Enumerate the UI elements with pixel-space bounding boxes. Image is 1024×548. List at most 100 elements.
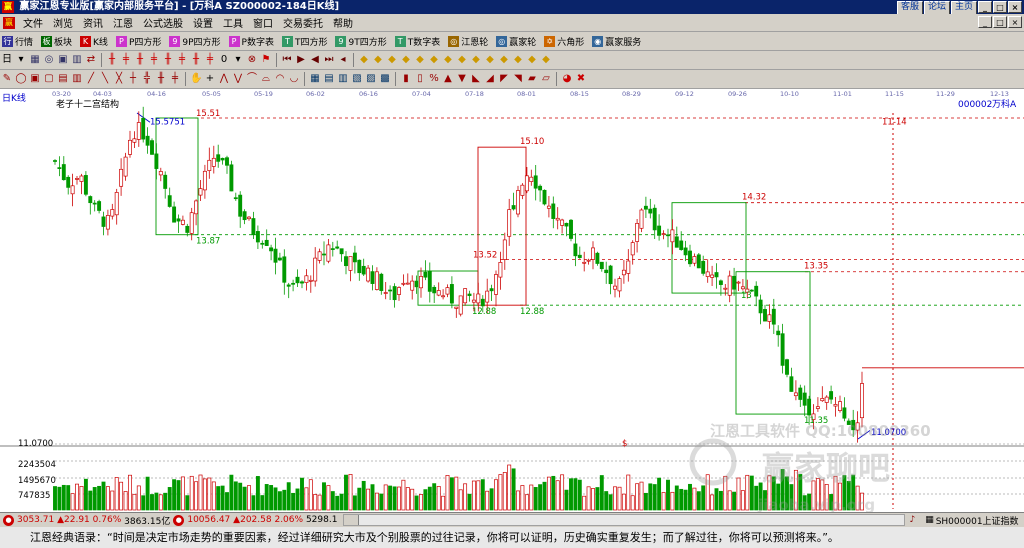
indicator-icon[interactable]: ▲	[442, 73, 454, 85]
kline-chart[interactable]: 日K线 老子十二宫结构 000002 万科A 03-20 04-03 04-16 05…	[0, 89, 1024, 512]
minimize-button[interactable]: _	[978, 1, 992, 13]
line-tool-icon[interactable]: ╱	[85, 73, 97, 85]
tool-t-square-button[interactable]: T T四方形	[280, 35, 330, 48]
indicator-icon[interactable]: ◥	[512, 73, 524, 85]
back-icon[interactable]: ◀	[309, 54, 321, 66]
arc-icon[interactable]: ◡	[288, 73, 300, 85]
candle-icon[interactable]: ╫	[190, 54, 202, 66]
line-tool-icon[interactable]: ╫	[155, 73, 167, 85]
table-icon[interactable]: ▩	[379, 73, 391, 85]
tool-winner-service-button[interactable]: ◉ 赢家服务	[590, 35, 643, 48]
diamond-tool-icon[interactable]: ◆	[372, 54, 384, 66]
left-icon[interactable]: ◂	[337, 54, 349, 66]
diamond-tool-icon[interactable]: ◆	[428, 54, 440, 66]
menu-window[interactable]: 窗口	[248, 15, 278, 30]
line-tool-icon[interactable]: ╲	[99, 73, 111, 85]
diamond-tool-icon[interactable]: ◆	[358, 54, 370, 66]
indicator-icon[interactable]: ▼	[456, 73, 468, 85]
day-period-icon[interactable]: 日	[1, 54, 13, 66]
menu-help[interactable]: 帮助	[328, 15, 358, 30]
table-icon[interactable]: ▧	[351, 73, 363, 85]
grid-icon[interactable]: ▦	[29, 54, 41, 66]
table-icon[interactable]: ▨	[365, 73, 377, 85]
box-tool-icon[interactable]: ▤	[57, 73, 69, 85]
arrows-icon[interactable]: ⇄	[85, 54, 97, 66]
tool-quotes-button[interactable]: 行行情	[0, 35, 35, 48]
indicator-icon[interactable]: ◢	[484, 73, 496, 85]
table-icon[interactable]: ▥	[337, 73, 349, 85]
diamond-tool-icon[interactable]: ◆	[470, 54, 482, 66]
menu-browse[interactable]: 浏览	[48, 15, 78, 30]
forum-link[interactable]: 论坛	[923, 1, 950, 15]
box-tool-icon[interactable]: ▣	[29, 73, 41, 85]
diamond-tool-icon[interactable]: ◆	[512, 54, 524, 66]
table-icon[interactable]: ▦	[309, 73, 321, 85]
delete-icon[interactable]: ✖	[575, 73, 587, 85]
candle-icon[interactable]: ╪	[204, 54, 216, 66]
menu-tools[interactable]: 工具	[218, 15, 248, 30]
line-tool-icon[interactable]: ╪	[169, 73, 181, 85]
tool-hexagon-button[interactable]: ✡ 六角形	[542, 35, 586, 48]
diamond-tool-icon[interactable]: ◆	[498, 54, 510, 66]
tool-gann-wheel-button[interactable]: ◎ 江恩轮	[446, 35, 490, 48]
box-tool-icon[interactable]: ▥	[71, 73, 83, 85]
diamond-tool-icon[interactable]: ◆	[526, 54, 538, 66]
scrollbar-thumb[interactable]	[344, 515, 360, 525]
tool-t-table-button[interactable]: T T数字表	[393, 35, 443, 48]
candle-icon[interactable]: ╫	[106, 54, 118, 66]
maximize-button[interactable]: □	[993, 1, 1007, 13]
color-icon[interactable]: ◕	[561, 73, 573, 85]
menu-trade-order[interactable]: 交易委托	[278, 15, 328, 30]
arc-icon[interactable]: ⌓	[260, 73, 272, 85]
hand-icon[interactable]: ✋	[190, 73, 202, 85]
index-icon[interactable]: ●	[173, 514, 185, 526]
tool-winner-wheel-button[interactable]: ◎ 赢家轮	[494, 35, 538, 48]
circle-icon[interactable]: ◎	[43, 54, 55, 66]
bars-icon[interactable]: ▥	[71, 54, 83, 66]
diamond-tool-icon[interactable]: ◆	[540, 54, 552, 66]
candle-icon[interactable]: ╫	[134, 54, 146, 66]
menu-formula-screener[interactable]: 公式选股	[138, 15, 188, 30]
grid-status-icon[interactable]: ▦	[925, 515, 934, 525]
index-icon[interactable]: ●	[3, 514, 14, 526]
index-selector[interactable]: SH000001上证指数	[936, 514, 1019, 527]
child-minimize-button[interactable]: _	[978, 16, 992, 28]
child-close-button[interactable]: ×	[1008, 16, 1022, 28]
close-button[interactable]: ×	[1008, 1, 1022, 13]
indicator-icon[interactable]: ▯	[414, 73, 426, 85]
dropdown-arrow-icon[interactable]: ▾	[15, 54, 27, 66]
table-icon[interactable]: ▤	[323, 73, 335, 85]
indicator-icon[interactable]: ◤	[498, 73, 510, 85]
menu-gann[interactable]: 江恩	[108, 15, 138, 30]
menu-file[interactable]: 文件	[18, 15, 48, 30]
chart-settings-icon[interactable]: ⊗	[246, 54, 258, 66]
crosshair-icon[interactable]: +	[204, 73, 216, 85]
diamond-tool-icon[interactable]: ◆	[456, 54, 468, 66]
homepage-link[interactable]: 主页	[950, 1, 977, 15]
candle-icon[interactable]: ╪	[148, 54, 160, 66]
indicator-icon[interactable]: ▰	[526, 73, 538, 85]
flag-icon[interactable]: ⚑	[260, 54, 272, 66]
indicator-icon[interactable]: ◣	[470, 73, 482, 85]
zero-icon[interactable]: 0	[218, 54, 230, 66]
tool-kline-button[interactable]: K K线	[78, 35, 110, 48]
play-icon[interactable]: ▶	[295, 54, 307, 66]
fan-icon[interactable]: ⋁	[232, 73, 244, 85]
menu-settings[interactable]: 设置	[188, 15, 218, 30]
candle-icon[interactable]: ╫	[162, 54, 174, 66]
tool-p-table-button[interactable]: P P数字表	[227, 35, 276, 48]
last-icon[interactable]: ⏭	[323, 54, 335, 66]
arc-icon[interactable]: ◠	[274, 73, 286, 85]
menu-news[interactable]: 资讯	[78, 15, 108, 30]
line-tool-icon[interactable]: ╬	[141, 73, 153, 85]
indicator-icon[interactable]: ▮	[400, 73, 412, 85]
bell-icon[interactable]: ♪	[909, 515, 915, 525]
diamond-tool-icon[interactable]: ◆	[442, 54, 454, 66]
fan-icon[interactable]: ⋀	[218, 73, 230, 85]
tool-p-square-button[interactable]: P P四方形	[114, 35, 163, 48]
arc-icon[interactable]: ⌒	[246, 73, 258, 85]
line-tool-icon[interactable]: ┼	[127, 73, 139, 85]
child-maximize-button[interactable]: □	[993, 16, 1007, 28]
indicator-icon[interactable]: %	[428, 73, 440, 85]
circle-tool-icon[interactable]: ◯	[15, 73, 27, 85]
